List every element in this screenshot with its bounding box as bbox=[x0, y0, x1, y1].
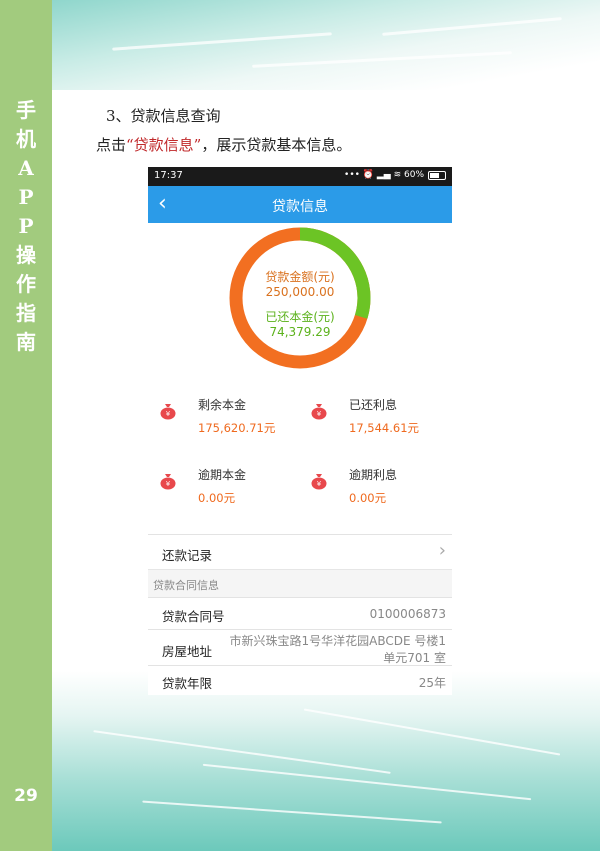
contract-number-value: 0100006873 bbox=[369, 607, 446, 621]
sidebar-title-char: 作 bbox=[16, 272, 36, 296]
stat-value: 175,620.71元 bbox=[198, 421, 276, 435]
repayment-record-row[interactable]: 还款记录 › bbox=[148, 534, 452, 570]
svg-text:¥: ¥ bbox=[317, 480, 322, 488]
loan-amount-value: 250,000.00 bbox=[265, 285, 335, 299]
instruction-suffix: ，展示贷款基本信息。 bbox=[201, 136, 352, 154]
loan-term-label: 贷款年限 bbox=[162, 676, 213, 691]
contract-section-header: 贷款合同信息 bbox=[148, 569, 452, 598]
loan-term-value: 25年 bbox=[418, 676, 446, 690]
sidebar-title-char: 南 bbox=[16, 330, 36, 354]
sidebar-title-char: P bbox=[18, 185, 34, 209]
stat-label: 剩余本金 bbox=[198, 398, 247, 412]
instruction-prefix: 点击 bbox=[96, 136, 127, 154]
sidebar-title-char: 操 bbox=[16, 243, 36, 267]
phone-screenshot: 17:37 ••• ⏰ ▂▄ ≋ 60% ‹ 贷款信息 贷款金额(元) 250,… bbox=[148, 167, 452, 695]
section-heading: 3、贷款信息查询 bbox=[106, 107, 221, 125]
stat-value: 17,544.61元 bbox=[349, 421, 420, 435]
instruction-highlight: “贷款信息” bbox=[126, 136, 202, 154]
contract-number-row: 贷款合同号 0100006873 bbox=[148, 597, 452, 630]
house-address-line1: 市新兴珠宝路1号华洋花园ABCDE 号楼1 bbox=[229, 634, 446, 648]
sidebar-title: 手 机 A P P 操 作 指 南 bbox=[0, 96, 52, 357]
repayment-record-label: 还款记录 bbox=[162, 548, 213, 563]
svg-text:¥: ¥ bbox=[166, 410, 171, 418]
stat-value: 0.00元 bbox=[198, 491, 236, 505]
svg-text:¥: ¥ bbox=[317, 410, 322, 418]
stat-label: 逾期利息 bbox=[349, 468, 398, 482]
money-bag-icon: ¥ bbox=[311, 474, 327, 490]
loan-term-row: 贷款年限 25年 bbox=[148, 665, 452, 695]
page-number: 29 bbox=[14, 786, 38, 806]
top-wave-background bbox=[52, 0, 600, 90]
house-address-row: 房屋地址 市新兴珠宝路1号华洋花园ABCDE 号楼1 单元701 室 bbox=[148, 629, 452, 666]
stat-value: 0.00元 bbox=[349, 491, 387, 505]
house-address-label: 房屋地址 bbox=[162, 644, 213, 659]
loan-amount-label: 贷款金额(元) bbox=[265, 270, 335, 284]
sidebar-title-char: P bbox=[18, 214, 34, 238]
stat-label: 逾期本金 bbox=[198, 468, 247, 482]
svg-text:¥: ¥ bbox=[166, 480, 171, 488]
chevron-right-icon: › bbox=[438, 540, 446, 561]
house-address-line2: 单元701 室 bbox=[383, 651, 446, 665]
repaid-principal-value: 74,379.29 bbox=[269, 325, 331, 339]
stat-label: 已还利息 bbox=[349, 398, 398, 412]
money-bag-icon: ¥ bbox=[160, 404, 176, 420]
sidebar-title-char: A bbox=[18, 156, 34, 180]
sidebar: 手 机 A P P 操 作 指 南 29 bbox=[0, 0, 52, 851]
money-bag-icon: ¥ bbox=[160, 474, 176, 490]
contract-section-label: 贷款合同信息 bbox=[153, 579, 219, 592]
instruction-text: 点击“贷款信息”，展示贷款基本信息。 bbox=[96, 134, 351, 155]
repaid-principal-label: 已还本金(元) bbox=[265, 310, 335, 324]
sidebar-title-char: 指 bbox=[16, 301, 36, 325]
money-bag-icon: ¥ bbox=[311, 404, 327, 420]
sidebar-title-char: 手 bbox=[16, 98, 36, 122]
sidebar-title-char: 机 bbox=[16, 127, 36, 151]
contract-number-label: 贷款合同号 bbox=[162, 609, 225, 624]
bottom-wave-background bbox=[52, 671, 600, 851]
